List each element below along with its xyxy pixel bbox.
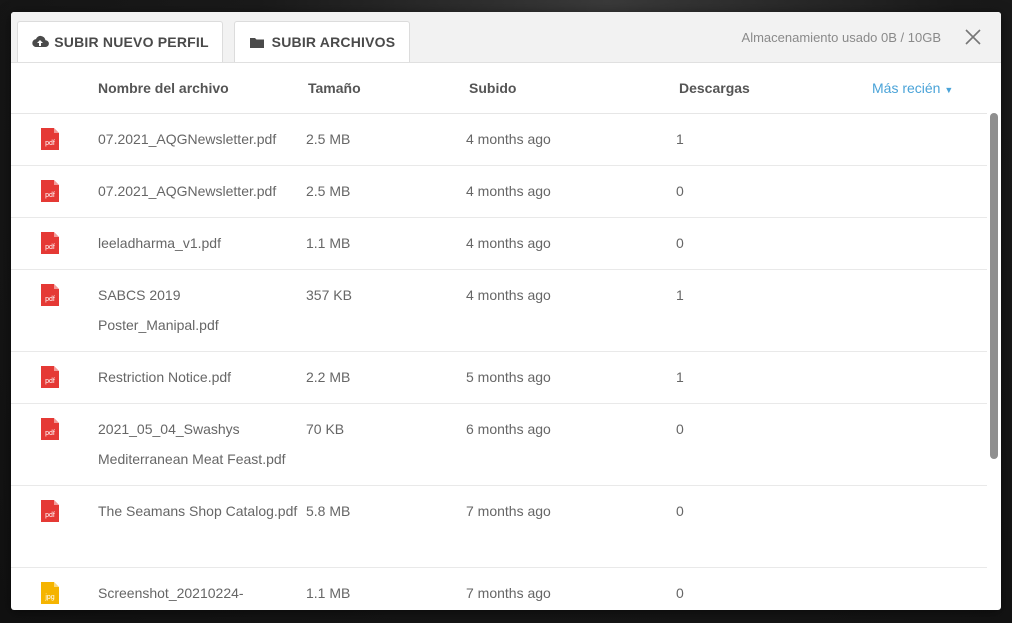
file-downloads: 0: [676, 421, 684, 437]
file-downloads: 1: [676, 369, 684, 385]
pdf-file-icon: pdf: [41, 180, 59, 202]
svg-text:pdf: pdf: [45, 512, 55, 519]
table-row[interactable]: pdf 2021_05_04_Swashys Mediterranean Meat…: [11, 404, 987, 486]
file-uploaded: 7 months ago: [466, 503, 551, 519]
file-name[interactable]: 07.2021_AQGNewsletter.pdf: [98, 124, 303, 154]
file-manager-modal: SUBIR NUEVO PERFIL SUBIR ARCHIVOS Almace…: [11, 12, 1001, 610]
file-size: 357 KB: [306, 287, 352, 303]
sort-dropdown[interactable]: Más recién ▼: [872, 80, 953, 96]
column-name[interactable]: Nombre del archivo: [98, 80, 229, 96]
file-name[interactable]: SABCS 2019 Poster_Manipal.pdf: [98, 280, 303, 340]
file-downloads: 0: [676, 503, 684, 519]
file-size: 1.1 MB: [306, 585, 351, 601]
file-name[interactable]: Restriction Notice.pdf: [98, 362, 303, 392]
file-name[interactable]: 07.2021_AQGNewsletter.pdf: [98, 176, 303, 206]
file-name[interactable]: 2021_05_04_Swashys Mediterranean Meat Fe…: [98, 414, 303, 474]
tab-upload-profile[interactable]: SUBIR NUEVO PERFIL: [17, 21, 223, 62]
file-uploaded: 7 months ago: [466, 585, 551, 601]
file-size: 2.5 MB: [306, 183, 351, 199]
svg-text:pdf: pdf: [45, 378, 55, 385]
pdf-file-icon: pdf: [41, 232, 59, 254]
svg-text:pdf: pdf: [45, 244, 55, 251]
storage-usage: Almacenamiento usado 0B / 10GB: [741, 30, 941, 45]
cloud-upload-icon: [31, 35, 50, 49]
file-uploaded: 4 months ago: [466, 235, 551, 251]
table-row[interactable]: jpg Screenshot_20210224- 1.1 MB 7 months ag…: [11, 568, 987, 610]
file-size: 1.1 MB: [306, 235, 351, 251]
table-row[interactable]: pdf SABCS 2019 Poster_Manipal.pdf 357 KB 4 …: [11, 270, 987, 352]
file-downloads: 1: [676, 131, 684, 147]
table-row[interactable]: pdf leeladharma_v1.pdf 1.1 MB 4 months ago 0: [11, 218, 987, 270]
pdf-file-icon: pdf: [41, 418, 59, 440]
folder-icon: [249, 35, 267, 49]
column-uploaded[interactable]: Subido: [469, 80, 516, 96]
svg-text:pdf: pdf: [45, 296, 55, 303]
file-name[interactable]: Screenshot_20210224-: [98, 578, 303, 608]
pdf-file-icon: pdf: [41, 128, 59, 150]
file-name[interactable]: The Seamans Shop Catalog.pdf: [98, 496, 303, 526]
table-row[interactable]: pdf The Seamans Shop Catalog.pdf 5.8 MB 7 m…: [11, 486, 987, 568]
file-uploaded: 4 months ago: [466, 183, 551, 199]
table-header: Nombre del archivo Tamaño Subido Descarg…: [11, 63, 987, 114]
close-icon[interactable]: [963, 27, 983, 47]
file-list: pdf 07.2021_AQGNewsletter.pdf 2.5 MB 4 mont…: [11, 114, 987, 610]
svg-text:pdf: pdf: [45, 192, 55, 199]
svg-text:pdf: pdf: [45, 430, 55, 437]
scrollbar[interactable]: [990, 113, 998, 459]
column-downloads[interactable]: Descargas: [679, 80, 750, 96]
table-row[interactable]: pdf 07.2021_AQGNewsletter.pdf 2.5 MB 4 mont…: [11, 166, 987, 218]
file-uploaded: 4 months ago: [466, 287, 551, 303]
file-uploaded: 6 months ago: [466, 421, 551, 437]
file-name[interactable]: leeladharma_v1.pdf: [98, 228, 303, 258]
tab-upload-files[interactable]: SUBIR ARCHIVOS: [234, 21, 410, 62]
file-uploaded: 4 months ago: [466, 131, 551, 147]
svg-text:pdf: pdf: [45, 140, 55, 147]
pdf-file-icon: pdf: [41, 366, 59, 388]
column-size[interactable]: Tamaño: [308, 80, 361, 96]
file-size: 2.5 MB: [306, 131, 351, 147]
file-downloads: 1: [676, 287, 684, 303]
modal-header: SUBIR NUEVO PERFIL SUBIR ARCHIVOS Almace…: [11, 12, 1001, 63]
sort-label: Más recién: [872, 80, 941, 96]
file-size: 5.8 MB: [306, 503, 351, 519]
tab-upload-files-label: SUBIR ARCHIVOS: [271, 34, 396, 50]
pdf-file-icon: pdf: [41, 284, 59, 306]
table-row[interactable]: pdf Restriction Notice.pdf 2.2 MB 5 months …: [11, 352, 987, 404]
jpg-file-icon: jpg: [41, 582, 59, 604]
chevron-down-icon: ▼: [944, 85, 954, 95]
file-size: 70 KB: [306, 421, 345, 437]
file-downloads: 0: [676, 183, 684, 199]
file-size: 2.2 MB: [306, 369, 351, 385]
svg-text:jpg: jpg: [44, 594, 54, 601]
file-uploaded: 5 months ago: [466, 369, 551, 385]
tab-upload-profile-label: SUBIR NUEVO PERFIL: [54, 34, 209, 50]
table-row[interactable]: pdf 07.2021_AQGNewsletter.pdf 2.5 MB 4 mont…: [11, 114, 987, 166]
file-downloads: 0: [676, 585, 684, 601]
file-downloads: 0: [676, 235, 684, 251]
pdf-file-icon: pdf: [41, 500, 59, 522]
